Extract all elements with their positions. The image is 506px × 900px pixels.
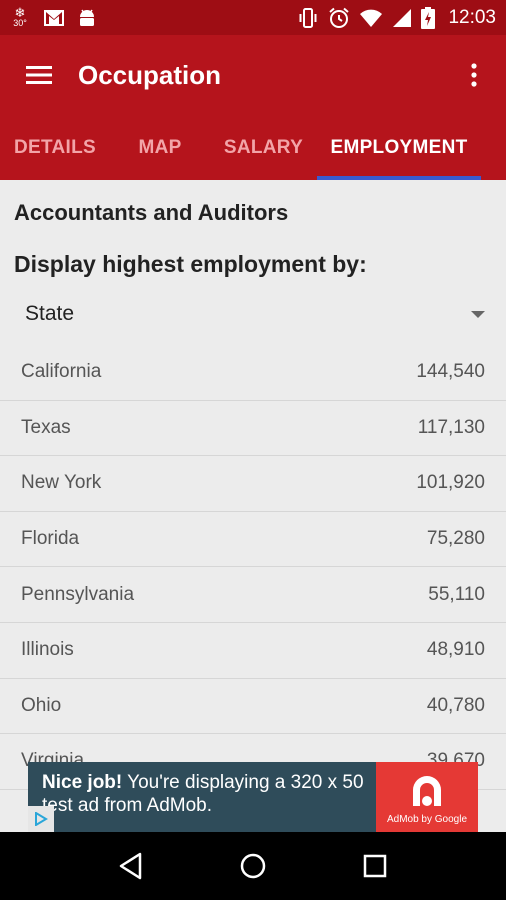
employment-value: 144,540 (416, 361, 485, 383)
list-item[interactable]: New York 101,920 (0, 456, 506, 512)
list-item[interactable]: Ohio 40,780 (0, 679, 506, 735)
home-button[interactable] (223, 836, 283, 896)
tab-employment[interactable]: EMPLOYMENT (317, 115, 481, 180)
signal-icon (393, 8, 412, 27)
employment-value: 55,110 (428, 583, 485, 605)
dropdown-arrow-icon (471, 310, 485, 318)
page-title: Occupation (78, 59, 222, 90)
list-item[interactable]: Texas 117,130 (0, 401, 506, 457)
admob-logo: AdMob by Google (376, 762, 478, 832)
tab-map[interactable]: MAP (110, 115, 210, 180)
system-navigation-bar (0, 832, 506, 900)
list-item[interactable]: Florida 75,280 (0, 512, 506, 568)
wifi-icon (360, 9, 383, 27)
list-item[interactable]: California 144,540 (0, 345, 506, 401)
app-bar: Occupation (0, 35, 506, 115)
state-name: Ohio (21, 694, 62, 716)
employment-value: 117,130 (417, 416, 485, 438)
battery-charging-icon (421, 6, 436, 29)
list-item[interactable]: Pennsylvania 55,110 (0, 567, 506, 623)
ad-text: Nice job! You're displaying a 320 x 50 t… (28, 762, 376, 832)
state-name: Florida (21, 528, 80, 550)
back-button[interactable] (101, 836, 161, 896)
tab-details[interactable]: DETAILS (0, 115, 110, 180)
tab-bar: DETAILS MAP SALARY EMPLOYMENT (0, 115, 506, 180)
back-icon (119, 852, 142, 880)
more-options-button[interactable] (442, 35, 506, 115)
state-name: Texas (21, 416, 71, 438)
admob-caption: AdMob by Google (386, 813, 468, 825)
employment-value: 40,780 (426, 694, 485, 716)
vibrate-icon (299, 7, 317, 28)
employment-value: 101,920 (416, 472, 485, 494)
clock-text: 12:03 (448, 6, 496, 28)
state-name: Illinois (21, 639, 74, 661)
recents-button[interactable] (345, 836, 405, 896)
occupation-name: Accountants and Auditors (14, 200, 289, 225)
android-icon (80, 9, 94, 26)
list-item[interactable]: Illinois 48,910 (0, 623, 506, 679)
temperature-text: 30° (13, 18, 27, 28)
status-bar: ❄ 30° 12:03 (0, 0, 506, 35)
weather-indicator: ❄ 30° (10, 6, 30, 28)
recents-icon (363, 854, 387, 878)
employment-list: California 144,540 Texas 117,130 New York 1… (0, 345, 506, 790)
state-name: California (21, 361, 102, 383)
region-type-dropdown[interactable]: State (0, 292, 506, 336)
dropdown-selected-value: State (25, 302, 75, 325)
display-by-label: Display highest employment by: (14, 251, 367, 277)
employment-content[interactable]: Accountants and Auditors Display highest… (0, 180, 506, 832)
state-name: Pennsylvania (21, 583, 135, 605)
hamburger-icon (26, 66, 52, 84)
ad-banner[interactable]: Nice job! You're displaying a 320 x 50 t… (28, 762, 478, 832)
navigation-menu-button[interactable] (0, 35, 78, 115)
ad-choices-icon (35, 812, 48, 826)
gmail-icon (44, 9, 64, 26)
admob-icon (413, 775, 441, 806)
ad-choices-button[interactable] (28, 806, 54, 832)
ad-headline: Nice job! (42, 772, 123, 793)
employment-value: 48,910 (426, 639, 485, 661)
state-name: New York (21, 472, 102, 494)
home-icon (240, 853, 266, 879)
more-vert-icon (471, 63, 477, 87)
alarm-icon (329, 7, 350, 28)
tab-salary[interactable]: SALARY (210, 115, 317, 180)
employment-value: 75,280 (426, 528, 485, 550)
